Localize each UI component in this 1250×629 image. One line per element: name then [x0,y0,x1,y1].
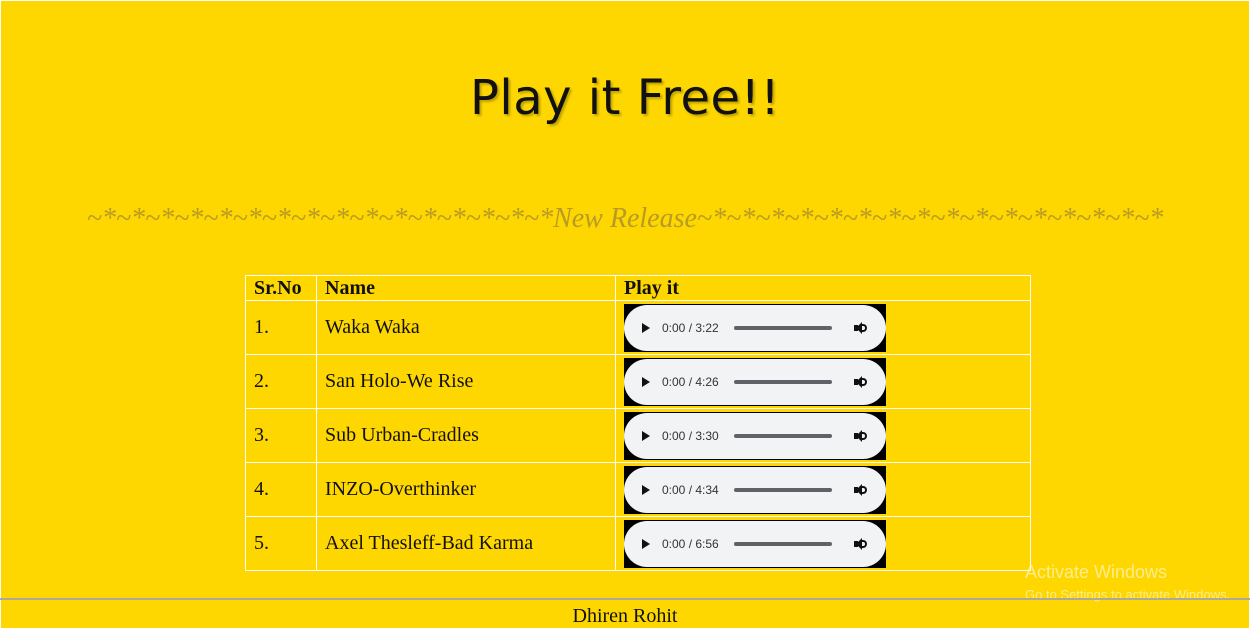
song-name: Axel Thesleff-Bad Karma [316,516,616,571]
table-row: 4. INZO-Overthinker 0:00 / 4:34 [245,462,1031,517]
row-number: 2. [245,354,317,409]
activate-windows-title: Activate Windows [1025,562,1168,582]
time-display: 0:00 / 4:26 [662,374,719,389]
audio-player-controls: 0:00 / 3:22 [624,304,886,351]
row-number: 4. [245,462,317,517]
audio-player-controls: 0:00 / 6:56 [624,520,886,567]
audio-player[interactable]: 0:00 / 3:22 [624,303,886,352]
row-number: 1. [245,300,317,355]
audio-player-controls: 0:00 / 4:34 [624,466,886,513]
header-name: Name [316,275,616,301]
audio-player[interactable]: 0:00 / 4:34 [624,465,886,514]
player-cell: 0:00 / 4:26 [615,354,1031,409]
player-cell: 0:00 / 6:56 [615,516,1031,571]
song-name: San Holo-We Rise [316,354,616,409]
progress-bar[interactable] [734,541,832,546]
time-display: 0:00 / 3:30 [662,428,719,443]
volume-icon[interactable] [854,321,868,335]
header-play-it: Play it [615,275,1031,301]
progress-bar[interactable] [734,433,832,438]
table-header-row: Sr.No Name Play it [245,275,1031,301]
audio-player-controls: 0:00 / 3:30 [624,412,886,459]
time-display: 0:00 / 6:56 [662,536,719,551]
tracks-table: Sr.No Name Play it 1. Waka Waka 0:00 / 3… [245,275,1031,571]
play-icon[interactable] [642,430,650,441]
volume-icon[interactable] [854,429,868,443]
audio-player-controls: 0:00 / 4:26 [624,358,886,405]
volume-icon[interactable] [854,537,868,551]
audio-player[interactable]: 0:00 / 6:56 [624,519,886,568]
new-release-banner: ~*~*~*~*~*~*~*~*~*~*~*~*~*~*~*~*New Rele… [86,203,1164,234]
time-display: 0:00 / 4:34 [662,482,719,497]
volume-icon[interactable] [854,375,868,389]
song-name: Waka Waka [316,300,616,355]
footer-divider [0,598,1250,600]
audio-player[interactable]: 0:00 / 4:26 [624,357,886,406]
progress-bar[interactable] [734,487,832,492]
footer-author: Dhiren Rohit [572,605,678,627]
time-display: 0:00 / 3:22 [662,320,719,335]
table-row: 1. Waka Waka 0:00 / 3:22 [245,300,1031,355]
table-row: 3. Sub Urban-Cradles 0:00 / 3:30 [245,408,1031,463]
page-title: Play it Free!! [469,70,781,126]
table-row: 5. Axel Thesleff-Bad Karma 0:00 / 6:56 [245,516,1031,571]
player-cell: 0:00 / 3:22 [615,300,1031,355]
volume-icon[interactable] [854,483,868,497]
play-icon[interactable] [642,322,650,333]
progress-bar[interactable] [734,379,832,384]
play-icon[interactable] [642,376,650,387]
song-name: INZO-Overthinker [316,462,616,517]
player-cell: 0:00 / 4:34 [615,462,1031,517]
table-row: 2. San Holo-We Rise 0:00 / 4:26 [245,354,1031,409]
header-sr-no: Sr.No [245,275,317,301]
progress-bar[interactable] [734,325,832,330]
song-name: Sub Urban-Cradles [316,408,616,463]
audio-player[interactable]: 0:00 / 3:30 [624,411,886,460]
play-icon[interactable] [642,538,650,549]
row-number: 5. [245,516,317,571]
player-cell: 0:00 / 3:30 [615,408,1031,463]
row-number: 3. [245,408,317,463]
play-icon[interactable] [642,484,650,495]
